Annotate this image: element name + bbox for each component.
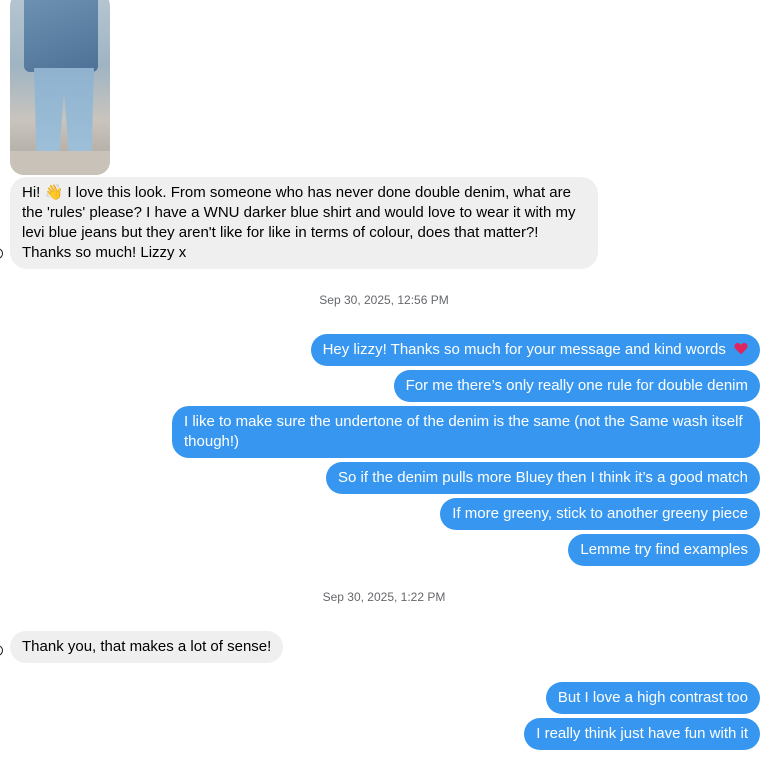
message-thread: Hi! 👋 I love this look. From someone who… <box>0 0 768 762</box>
outgoing-message-3[interactable]: I like to make sure the undertone of the… <box>172 406 760 458</box>
sender-avatar[interactable] <box>0 645 3 656</box>
outgoing-message-text: Hey lizzy! Thanks so much for your messa… <box>322 341 726 358</box>
incoming-message-text: Thank you, that makes a lot of sense! <box>22 638 272 655</box>
outgoing-message-4[interactable]: So if the denim pulls more Bluey then I … <box>326 462 760 494</box>
timestamp-1: Sep 30, 2025, 12:56 PM <box>319 293 449 307</box>
outgoing-message-text: So if the denim pulls more Bluey then I … <box>338 469 748 486</box>
red-heart-icon <box>734 342 748 355</box>
incoming-message-2[interactable]: Thank you, that makes a lot of sense! <box>10 631 284 663</box>
outgoing-message-6[interactable]: Lemme try find examples <box>568 534 760 566</box>
outgoing-message-5[interactable]: If more greeny, stick to another greeny … <box>440 498 760 530</box>
incoming-message-1[interactable]: Hi! 👋 I love this look. From someone who… <box>10 177 598 269</box>
outgoing-message-1[interactable]: Hey lizzy! Thanks so much for your messa… <box>310 334 760 366</box>
outgoing-message-text: I like to make sure the undertone of the… <box>184 413 743 450</box>
outgoing-message-8[interactable]: I really think just have fun with it <box>524 718 760 750</box>
incoming-message-text: Hi! 👋 I love this look. From someone who… <box>22 184 576 261</box>
outgoing-message-text: I really think just have fun with it <box>536 725 748 742</box>
shared-photo[interactable] <box>10 0 110 175</box>
photo-floor <box>10 151 110 175</box>
photo-shirt <box>24 0 98 72</box>
outgoing-message-text: If more greeny, stick to another greeny … <box>452 505 748 522</box>
sender-avatar[interactable] <box>0 248 3 259</box>
outgoing-message-text: Lemme try find examples <box>580 541 748 558</box>
outgoing-message-text: But I love a high contrast too <box>557 689 748 706</box>
timestamp-2: Sep 30, 2025, 1:22 PM <box>322 590 446 604</box>
photo-jeans <box>34 68 94 152</box>
outgoing-message-2[interactable]: For me there’s only really one rule for … <box>393 370 760 402</box>
outgoing-message-text: For me there’s only really one rule for … <box>405 377 748 394</box>
outgoing-message-7[interactable]: But I love a high contrast too <box>545 682 760 714</box>
